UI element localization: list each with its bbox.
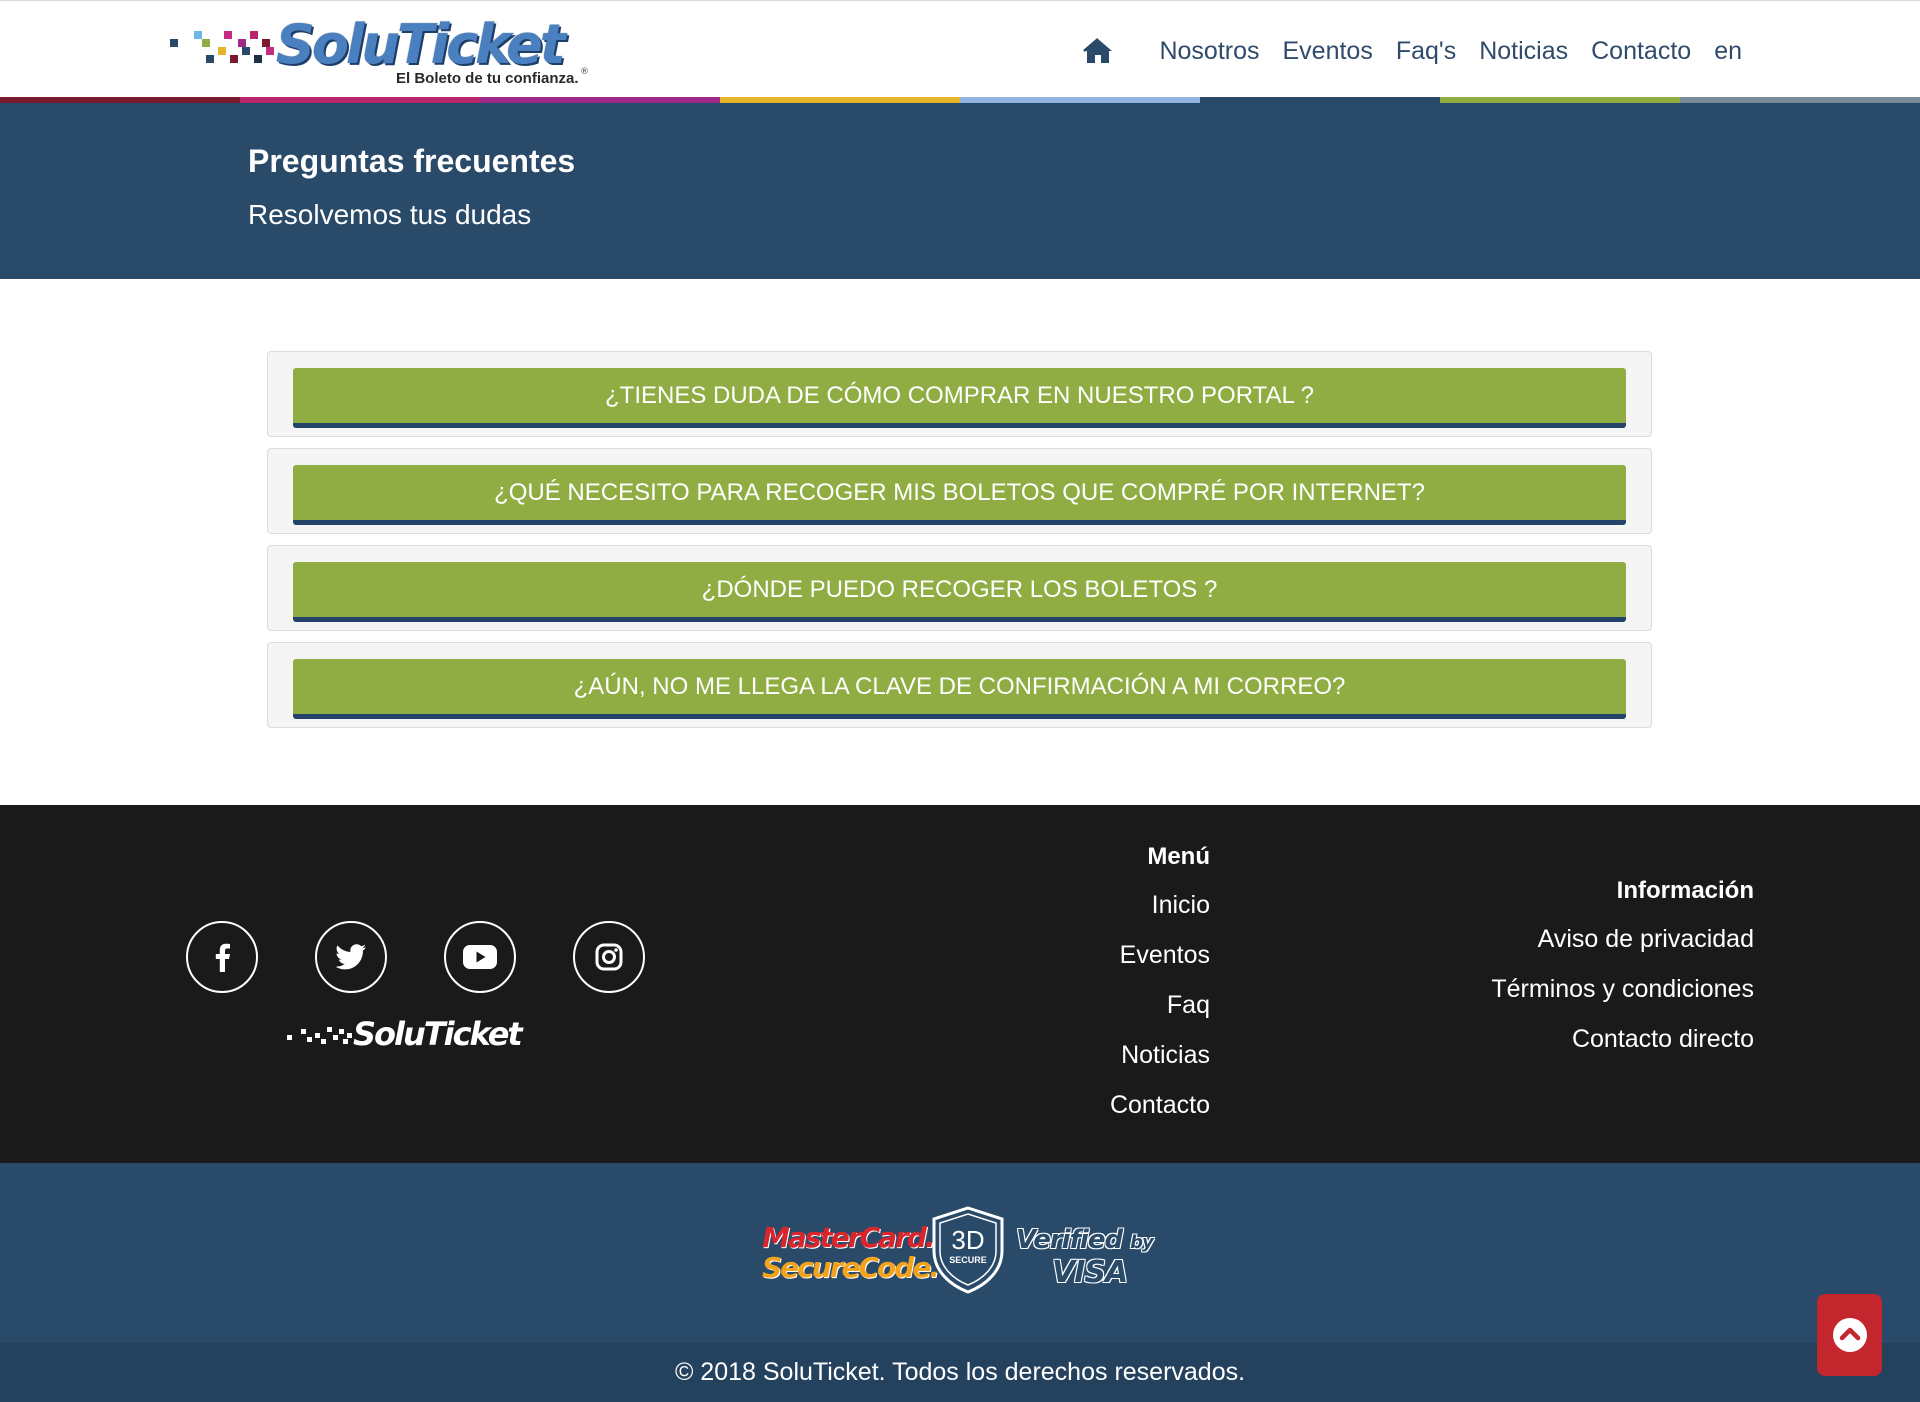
mastercard-securecode-logo: MasterCard. SecureCode. (762, 1221, 940, 1284)
footer-menu: Menú Inicio Eventos Faq Noticias Contact… (1110, 843, 1210, 1139)
twitter-icon[interactable] (315, 921, 387, 993)
language-switch[interactable]: en (1714, 37, 1742, 66)
main-nav: Nosotros Eventos Faq's Noticias Contacto… (1082, 31, 1742, 71)
faq-item: ¿QUÉ NECESITO PARA RECOGER MIS BOLETOS Q… (267, 448, 1652, 534)
verified-by-visa-logo: Verified by VISA (1016, 1225, 1154, 1290)
logo-tagline: El Boleto de tu confianza. (396, 70, 579, 87)
copyright: © 2018 SoluTicket. Todos los derechos re… (0, 1343, 1920, 1402)
logo-registered-mark: ® (580, 67, 589, 77)
faq-question-button[interactable]: ¿DÓNDE PUEDO RECOGER LOS BOLETOS ? (293, 562, 1626, 622)
footer-menu-heading: Menú (1147, 843, 1210, 870)
footer-logo-wordmark: SoluTicket (353, 1015, 523, 1053)
faq-question-button[interactable]: ¿TIENES DUDA DE CÓMO COMPRAR EN NUESTRO … (293, 368, 1626, 428)
footer-link-contacto[interactable]: Contacto (1110, 1089, 1210, 1139)
page-subtitle: Resolvemos tus dudas (248, 199, 532, 230)
chevron-up-icon (1832, 1318, 1867, 1352)
svg-text:3D: 3D (951, 1225, 984, 1255)
page-banner: Preguntas frecuentes Resolvemos tus duda… (0, 103, 1920, 279)
footer-link-inicio[interactable]: Inicio (1110, 889, 1210, 939)
soluticket-logo[interactable]: SoluTicket ® El Boleto de tu confianza. (168, 13, 598, 91)
nav-contacto[interactable]: Contacto (1591, 37, 1691, 66)
footer-link-noticias[interactable]: Noticias (1110, 1039, 1210, 1089)
faq-question-button[interactable]: ¿AÚN, NO ME LLEGA LA CLAVE DE CONFIRMACI… (293, 659, 1626, 719)
nav-faqs[interactable]: Faq's (1396, 37, 1456, 66)
footer-link-privacy[interactable]: Aviso de privacidad (1491, 923, 1754, 973)
footer-link-terms[interactable]: Términos y condiciones (1491, 973, 1754, 1023)
facebook-icon[interactable] (186, 921, 258, 993)
instagram-icon[interactable] (573, 921, 645, 993)
footer-info: Información Aviso de privacidad Términos… (1491, 877, 1754, 1073)
logo-wordmark: SoluTicket (276, 13, 566, 76)
nav-eventos[interactable]: Eventos (1283, 37, 1373, 66)
nav-noticias[interactable]: Noticias (1479, 37, 1568, 66)
payment-security-band: MasterCard. SecureCode. 3D SECURE Verifi… (0, 1163, 1920, 1343)
scroll-to-top-button[interactable] (1817, 1294, 1882, 1376)
faq-question-button[interactable]: ¿QUÉ NECESITO PARA RECOGER MIS BOLETOS Q… (293, 465, 1626, 525)
faq-item: ¿DÓNDE PUEDO RECOGER LOS BOLETOS ? (267, 545, 1652, 631)
footer-link-eventos[interactable]: Eventos (1110, 939, 1210, 989)
home-icon[interactable] (1082, 36, 1114, 66)
footer-link-direct-contact[interactable]: Contacto directo (1491, 1023, 1754, 1073)
nav-nosotros[interactable]: Nosotros (1159, 37, 1259, 66)
3d-secure-shield-icon: 3D SECURE (930, 1205, 1006, 1295)
svg-text:SECURE: SECURE (949, 1255, 987, 1265)
faq-item: ¿TIENES DUDA DE CÓMO COMPRAR EN NUESTRO … (267, 351, 1652, 437)
footer-link-faq[interactable]: Faq (1110, 989, 1210, 1039)
youtube-icon[interactable] (444, 921, 516, 993)
social-links (186, 921, 702, 993)
site-header: SoluTicket ® El Boleto de tu confianza. … (0, 0, 1920, 104)
faq-item: ¿AÚN, NO ME LLEGA LA CLAVE DE CONFIRMACI… (267, 642, 1652, 728)
page-title: Preguntas frecuentes (248, 143, 576, 179)
footer-info-heading: Información (1616, 877, 1754, 904)
faq-accordion: ¿TIENES DUDA DE CÓMO COMPRAR EN NUESTRO … (267, 351, 1652, 739)
footer-logo[interactable]: SoluTicket (287, 1015, 547, 1055)
site-footer: SoluTicket Menú Inicio Eventos Faq Notic… (0, 805, 1920, 1163)
